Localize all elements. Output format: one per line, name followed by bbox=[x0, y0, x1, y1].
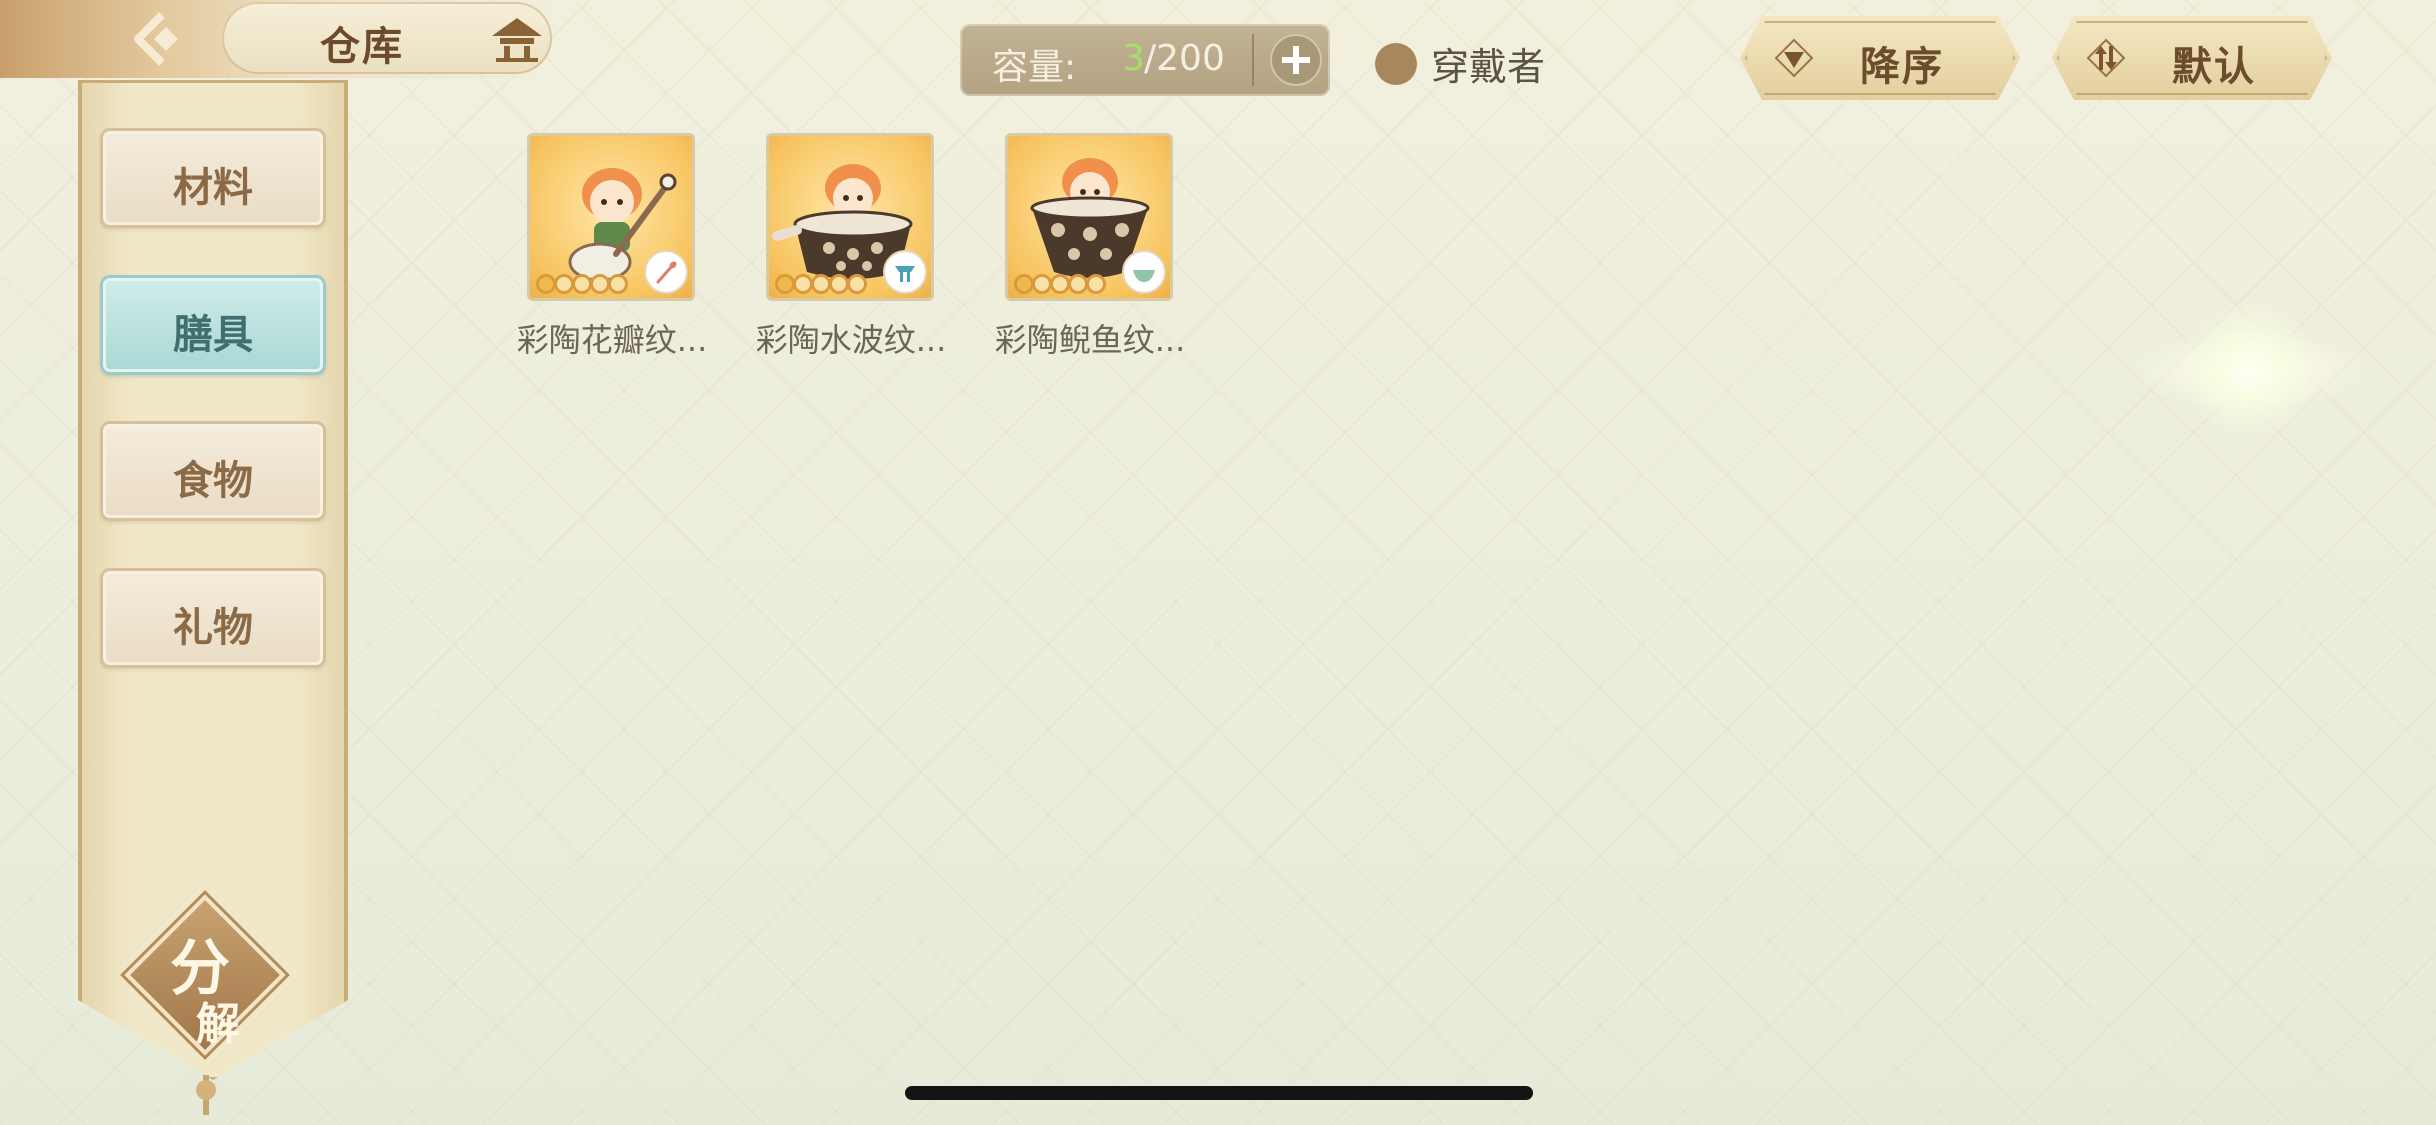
item-card[interactable] bbox=[527, 133, 695, 301]
category-food[interactable]: 食物 bbox=[100, 421, 326, 521]
star-rating bbox=[536, 274, 628, 294]
star-rating bbox=[1014, 274, 1106, 294]
bowl-icon bbox=[1122, 250, 1166, 294]
item-card[interactable] bbox=[1005, 133, 1173, 301]
divider bbox=[1252, 34, 1254, 86]
pot-icon bbox=[883, 250, 927, 294]
category-tableware[interactable]: 膳具 bbox=[100, 275, 326, 375]
category-label: 食物 bbox=[173, 457, 253, 504]
capacity-panel: 容量: 3 /200 bbox=[960, 24, 1330, 96]
capacity-max: /200 bbox=[1144, 38, 1225, 79]
home-indicator[interactable] bbox=[905, 1086, 1533, 1100]
triangle-down-icon bbox=[1774, 38, 1814, 78]
spoon-icon bbox=[644, 250, 688, 294]
item-slot[interactable]: 彩陶鲵鱼纹... bbox=[995, 133, 1185, 361]
back-button[interactable] bbox=[118, 6, 198, 72]
item-name: 彩陶鲵鱼纹... bbox=[994, 321, 1186, 359]
category-label: 膳具 bbox=[173, 311, 253, 358]
capacity-current: 3 bbox=[1122, 38, 1145, 79]
page-title: 仓库 bbox=[320, 23, 404, 70]
plus-icon bbox=[1282, 46, 1310, 74]
item-slot[interactable]: 彩陶花瓣纹... bbox=[517, 133, 707, 361]
sort-mode-label: 默认 bbox=[2172, 43, 2256, 90]
tassel-knot bbox=[196, 1080, 216, 1100]
expand-capacity-button[interactable] bbox=[1270, 34, 1322, 86]
light-sparkle bbox=[2180, 300, 2320, 440]
back-arrow-icon bbox=[134, 12, 178, 66]
item-slot[interactable]: 彩陶水波纹... bbox=[756, 133, 946, 361]
radio-indicator[interactable] bbox=[1375, 42, 1417, 85]
pavilion-icon[interactable] bbox=[490, 14, 544, 66]
sort-mode-button[interactable]: 默认 bbox=[2052, 16, 2332, 100]
item-name: 彩陶花瓣纹... bbox=[516, 321, 708, 359]
item-card[interactable] bbox=[766, 133, 934, 301]
category-materials[interactable]: 材料 bbox=[100, 128, 326, 228]
star-rating bbox=[775, 274, 867, 294]
decompose-button[interactable]: 分 解 bbox=[124, 894, 286, 1056]
wearer-label: 穿戴者 bbox=[1431, 45, 1546, 89]
decompose-char-2: 解 bbox=[196, 999, 240, 1050]
item-name: 彩陶水波纹... bbox=[755, 321, 947, 359]
sort-order-label: 降序 bbox=[1860, 43, 1944, 90]
sort-order-button[interactable]: 降序 bbox=[1740, 16, 2020, 100]
category-label: 材料 bbox=[173, 164, 253, 211]
wearer-toggle[interactable]: 穿戴者 bbox=[1375, 36, 1545, 91]
swap-arrows-icon bbox=[2086, 38, 2126, 78]
background bbox=[0, 0, 2436, 1125]
capacity-label: 容量: bbox=[992, 47, 1077, 88]
category-gifts[interactable]: 礼物 bbox=[100, 568, 326, 668]
category-label: 礼物 bbox=[173, 604, 253, 651]
